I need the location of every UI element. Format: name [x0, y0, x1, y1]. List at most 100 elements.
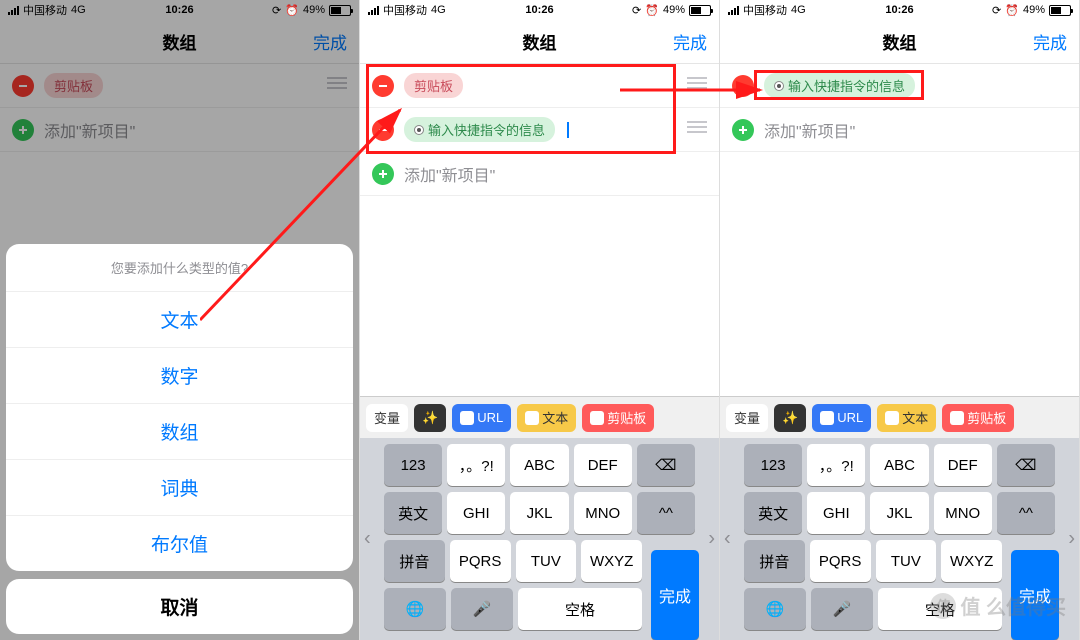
key-pqrs[interactable]: PQRS — [450, 540, 511, 582]
sheet-cancel-button[interactable]: 取消 — [6, 579, 353, 634]
page-title: 数组 — [523, 29, 557, 54]
key-ghi[interactable]: GHI — [447, 492, 505, 534]
alarm-icon: ⏰ — [285, 4, 299, 17]
add-icon[interactable] — [732, 119, 754, 141]
watermark-logo-icon: 值 — [930, 593, 956, 619]
add-item-label: 添加"新项目" — [404, 162, 495, 186]
signal-icon — [728, 6, 739, 15]
sheet-option-dict[interactable]: 词典 — [6, 460, 353, 516]
list-item-clipboard[interactable]: 剪贴板 — [360, 64, 719, 108]
sheet-prompt: 您要添加什么类型的值? — [6, 244, 353, 292]
key-globe[interactable]: 🌐 — [744, 588, 806, 630]
magic-variable-icon — [414, 125, 424, 135]
sheet-option-bool[interactable]: 布尔值 — [6, 516, 353, 571]
chevron-left-icon[interactable]: ‹ — [724, 528, 731, 551]
chevron-right-icon[interactable]: › — [708, 528, 715, 551]
drag-handle-icon[interactable] — [687, 120, 707, 139]
key-123[interactable]: 123 — [384, 444, 442, 486]
key-jkl[interactable]: JKL — [870, 492, 928, 534]
navbar: 数组 完成 — [720, 20, 1079, 64]
chevron-right-icon[interactable]: › — [1068, 528, 1075, 551]
key-mno[interactable]: MNO — [934, 492, 992, 534]
key-def[interactable]: DEF — [574, 444, 632, 486]
delete-icon[interactable] — [372, 119, 394, 141]
key-mno[interactable]: MNO — [574, 492, 632, 534]
rotation-lock-icon: ⟳ — [632, 4, 641, 17]
key-wxyz[interactable]: WXYZ — [581, 540, 642, 582]
status-bar: 中国移动4G 10:26 ⟳⏰49% — [720, 0, 1079, 20]
chip-url[interactable]: URL — [812, 404, 871, 432]
chip-url[interactable]: URL — [452, 404, 511, 432]
chip-clipboard[interactable]: 剪贴板 — [582, 404, 654, 432]
key-emoji[interactable]: ^^ — [997, 492, 1055, 534]
list-item-shortcut-input[interactable]: 输入快捷指令的信息 — [360, 108, 719, 152]
battery-icon — [329, 5, 351, 16]
key-space[interactable]: 空格 — [518, 588, 642, 630]
screen-3: 中国移动4G 10:26 ⟳⏰49% 数组 完成 输入快捷指令的信息 添加"新项… — [720, 0, 1080, 640]
add-item-row[interactable]: 添加"新项目" — [720, 108, 1079, 152]
key-ghi[interactable]: GHI — [807, 492, 865, 534]
chip-magic-wand[interactable]: ✨ — [774, 404, 806, 432]
chevron-left-icon[interactable]: ‹ — [364, 528, 371, 551]
navbar: 数组 完成 — [360, 20, 719, 64]
shortcut-input-pill[interactable]: 输入快捷指令的信息 — [404, 117, 555, 142]
add-icon[interactable] — [372, 163, 394, 185]
chip-text[interactable]: 文本 — [517, 404, 576, 432]
sheet-option-array[interactable]: 数组 — [6, 404, 353, 460]
chip-magic-wand[interactable]: ✨ — [414, 404, 446, 432]
key-pinyin[interactable]: 拼音 — [744, 540, 805, 582]
key-backspace[interactable]: ⌫ — [997, 444, 1055, 486]
chip-clipboard[interactable]: 剪贴板 — [942, 404, 1014, 432]
key-123[interactable]: 123 — [744, 444, 802, 486]
key-tuv[interactable]: TUV — [876, 540, 937, 582]
delete-icon[interactable] — [732, 75, 754, 97]
key-mic[interactable]: 🎤 — [451, 588, 513, 630]
key-abc[interactable]: ABC — [510, 444, 568, 486]
alarm-icon: ⏰ — [645, 4, 659, 17]
battery-icon — [689, 5, 711, 16]
key-done[interactable]: 完成 — [651, 550, 699, 640]
alarm-icon: ⏰ — [1005, 4, 1019, 17]
battery-icon — [1049, 5, 1071, 16]
drag-handle-icon[interactable] — [687, 76, 707, 95]
signal-icon — [368, 6, 379, 15]
key-jkl[interactable]: JKL — [510, 492, 568, 534]
rotation-lock-icon: ⟳ — [992, 4, 1001, 17]
key-punct[interactable]: ，。?! — [807, 444, 865, 486]
key-abc[interactable]: ABC — [870, 444, 928, 486]
page-title: 数组 — [883, 29, 917, 54]
delete-icon[interactable] — [372, 75, 394, 97]
key-mic[interactable]: 🎤 — [811, 588, 873, 630]
key-wxyz[interactable]: WXYZ — [941, 540, 1002, 582]
key-pqrs[interactable]: PQRS — [810, 540, 871, 582]
key-punct[interactable]: ，。?! — [447, 444, 505, 486]
key-english[interactable]: 英文 — [384, 492, 442, 534]
clipboard-pill[interactable]: 剪贴板 — [404, 73, 463, 98]
chip-variable[interactable]: 变量 — [366, 404, 408, 432]
key-emoji[interactable]: ^^ — [637, 492, 695, 534]
key-globe[interactable]: 🌐 — [384, 588, 446, 630]
list-item-shortcut-input[interactable]: 输入快捷指令的信息 — [720, 64, 1079, 108]
screen-1: 中国移动 4G 10:26 ⟳ ⏰ 49% 数组 完成 剪贴板 添加"新项目" … — [0, 0, 360, 640]
keyboard-suggestion-bar: 变量 ✨ URL 文本 剪贴板 — [360, 396, 719, 438]
key-pinyin[interactable]: 拼音 — [384, 540, 445, 582]
chip-text[interactable]: 文本 — [877, 404, 936, 432]
key-backspace[interactable]: ⌫ — [637, 444, 695, 486]
key-tuv[interactable]: TUV — [516, 540, 577, 582]
add-item-row[interactable]: 添加"新项目" — [360, 152, 719, 196]
clock: 10:26 — [525, 4, 553, 16]
status-bar: 中国移动4G 10:26 ⟳⏰49% — [360, 0, 719, 20]
done-button[interactable]: 完成 — [673, 29, 707, 54]
magic-variable-icon — [774, 81, 784, 91]
sheet-option-text[interactable]: 文本 — [6, 292, 353, 348]
key-english[interactable]: 英文 — [744, 492, 802, 534]
key-def[interactable]: DEF — [934, 444, 992, 486]
status-bar: 中国移动 4G 10:26 ⟳ ⏰ 49% — [0, 0, 359, 20]
chip-variable[interactable]: 变量 — [726, 404, 768, 432]
sheet-option-number[interactable]: 数字 — [6, 348, 353, 404]
watermark: 值 值 么值得买 — [930, 591, 1066, 620]
screen-2: 中国移动4G 10:26 ⟳⏰49% 数组 完成 剪贴板 输入快捷指令的信息 添… — [360, 0, 720, 640]
done-button[interactable]: 完成 — [1033, 29, 1067, 54]
battery-pct: 49% — [303, 4, 325, 16]
shortcut-input-pill[interactable]: 输入快捷指令的信息 — [764, 73, 915, 98]
